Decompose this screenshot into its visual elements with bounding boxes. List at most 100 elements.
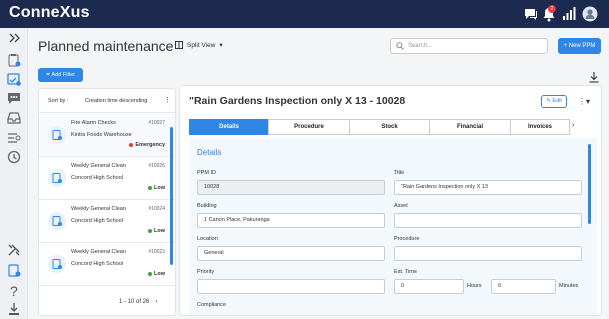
tab-financial[interactable]: Financial — [429, 119, 511, 135]
app-logo[interactable]: ConneXus — [9, 4, 90, 22]
clipboard-gear-icon[interactable] — [6, 262, 22, 278]
priority-field[interactable] — [197, 279, 385, 294]
sort-options-icon[interactable]: ⋮ — [164, 96, 171, 104]
split-view-dropdown[interactable]: Split View ▾ — [175, 41, 223, 49]
priority-label: Emergency — [135, 142, 165, 148]
more-options-icon[interactable]: ⋮▾ — [578, 97, 590, 106]
new-ppm-button[interactable]: + New PPM — [558, 38, 601, 54]
asset-label: Asset — [394, 203, 408, 209]
list-item[interactable]: Fire Alarm Checks #10027 Kintra Foods Wa… — [39, 114, 175, 157]
tabs-next-icon[interactable]: › — [572, 122, 574, 129]
expand-icon[interactable] — [6, 30, 22, 46]
split-view-icon — [175, 41, 183, 49]
sort-select[interactable]: Creation time descending — [85, 98, 147, 104]
est-minutes-field[interactable]: 0 — [491, 279, 556, 294]
tools-icon[interactable] — [6, 242, 22, 258]
priority-dot — [148, 186, 152, 190]
ppm-id-field: 10028 — [197, 180, 385, 195]
detail-tabs: Details Procedure Stock Financial Invoic… — [189, 119, 570, 135]
top-bar: ConneXus 2 — [0, 0, 609, 28]
title-label: Title — [394, 170, 405, 176]
page-title: Planned maintenance — [38, 38, 174, 54]
user-avatar-icon[interactable] — [582, 6, 598, 22]
chat-icon[interactable] — [523, 6, 539, 22]
edit-button[interactable]: ✎ Edit — [541, 95, 567, 108]
hours-unit: Hours — [467, 283, 482, 289]
location-label: Location — [197, 236, 218, 242]
item-title: Weekly General Clean — [71, 249, 126, 255]
search-icon — [396, 42, 404, 50]
building-label: Building — [197, 203, 217, 209]
add-filter-button[interactable]: ⏷ Add Filter — [38, 68, 83, 82]
item-title: Fire Alarm Checks — [71, 120, 116, 126]
est-hours-field[interactable]: 0 — [394, 279, 464, 294]
inbox-icon[interactable] — [6, 110, 22, 126]
asset-field[interactable] — [394, 213, 582, 228]
search-input[interactable]: Search... — [390, 38, 548, 54]
details-form: Details PPM ID 10028 Title "Rain Gardens… — [189, 138, 597, 315]
filter-settings-icon[interactable] — [6, 130, 22, 146]
ppm-item-icon — [48, 212, 66, 230]
procedure-label: Procedure — [394, 236, 420, 242]
signal-icon — [561, 6, 577, 22]
item-site: Concord High School — [71, 218, 123, 224]
edit-icon: ✎ — [546, 98, 551, 104]
priority-dot — [129, 143, 134, 147]
sort-label: Sort by : — [48, 98, 69, 104]
item-title: Weekly General Clean — [71, 206, 126, 212]
minutes-unit: Minutes — [559, 283, 579, 289]
priority-badge: Low — [148, 228, 165, 234]
pagination: 1 - 10 of 26 › — [119, 299, 157, 305]
svg-text:?: ? — [10, 283, 18, 298]
item-title: Weekly General Clean — [71, 163, 126, 169]
ppm-detail-panel: "Rain Gardens Inspection only X 13 - 100… — [179, 85, 602, 316]
filter-icon: ⏷ — [45, 72, 51, 78]
priority-label: Priority — [197, 269, 215, 275]
detail-scrollbar[interactable] — [588, 144, 591, 224]
list-item[interactable]: Weekly General Clean #10024 Concord High… — [39, 200, 175, 243]
item-site: Concord High School — [71, 261, 123, 267]
list-item[interactable]: Weekly General Clean #10026 Concord High… — [39, 157, 175, 200]
ppm-list-panel: Sort by : Creation time descending ⋮ Fir… — [38, 88, 176, 316]
ppm-item-icon — [48, 255, 66, 273]
edit-label: Edit — [552, 98, 562, 104]
pagination-label: 1 - 10 of 26 — [119, 299, 150, 305]
ppm-item-icon — [48, 126, 66, 144]
clipboard-settings-icon[interactable] — [6, 52, 22, 68]
priority-badge: Low — [148, 271, 165, 277]
download-app-icon[interactable] — [6, 301, 22, 317]
sort-bar: Sort by : Creation time descending ⋮ — [39, 89, 175, 113]
location-field[interactable]: General — [197, 246, 385, 261]
detail-title: "Rain Gardens Inspection only X 13 - 100… — [189, 95, 406, 107]
priority-label: Low — [154, 185, 165, 191]
chevron-down-icon: ▾ — [219, 42, 223, 49]
help-icon[interactable]: ? — [6, 282, 22, 299]
title-field[interactable]: "Rain Gardens Inspection only X 13 — [394, 180, 582, 195]
item-id: #10024 — [148, 206, 165, 212]
procedure-field[interactable] — [394, 246, 582, 261]
est-time-label: Est. Time — [394, 269, 417, 275]
item-id: #10026 — [148, 163, 165, 169]
priority-label: Low — [154, 228, 165, 234]
planned-maintenance-icon[interactable] — [6, 71, 22, 87]
ppm-id-label: PPM ID — [197, 170, 216, 176]
add-filter-label: Add Filter — [51, 72, 76, 78]
notification-badge: 2 — [548, 5, 556, 13]
ppm-item-icon — [48, 169, 66, 187]
messages-icon[interactable] — [6, 90, 22, 106]
history-icon[interactable] — [6, 149, 22, 165]
item-id: #10023 — [148, 249, 165, 255]
building-field[interactable]: 1 Canon Place, Pakuranga — [197, 213, 385, 228]
tab-details[interactable]: Details — [189, 119, 269, 135]
list-scrollbar[interactable] — [170, 127, 173, 265]
tab-procedure[interactable]: Procedure — [268, 119, 350, 135]
priority-dot — [148, 229, 152, 233]
priority-badge: Emergency — [129, 142, 165, 148]
section-title: Details — [197, 148, 222, 157]
tab-stock[interactable]: Stock — [349, 119, 430, 135]
list-item[interactable]: Weekly General Clean #10023 Concord High… — [39, 243, 175, 286]
next-page-icon[interactable]: › — [155, 299, 157, 305]
item-site: Kintra Foods Warehouse — [71, 132, 132, 138]
tab-invoices[interactable]: Invoices — [510, 119, 570, 135]
compliance-label: Compliance — [197, 302, 227, 308]
